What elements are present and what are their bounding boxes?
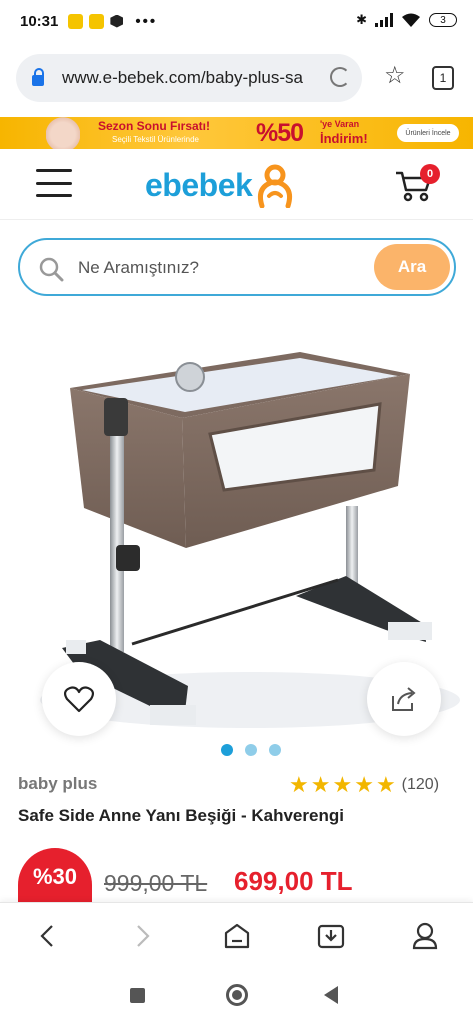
- hamburger-icon[interactable]: [36, 169, 72, 197]
- logo-text: ebebek: [145, 166, 253, 203]
- bluetooth-icon: ✱: [356, 12, 367, 27]
- browser-bottom-nav: [0, 902, 473, 968]
- search-bar: Ara: [18, 238, 456, 296]
- bookmark-star-icon[interactable]: ☆: [384, 64, 406, 88]
- banner-text-line2: İndirim!: [320, 131, 368, 146]
- site-logo[interactable]: ebebek: [145, 162, 294, 208]
- old-price: 999,00 TL: [104, 870, 208, 896]
- site-header: ebebek 0: [0, 150, 473, 220]
- download-icon: [317, 924, 345, 949]
- search-button[interactable]: Ara: [374, 244, 450, 290]
- share-icon: [392, 687, 416, 711]
- address-bar[interactable]: www.e-bebek.com/baby-plus-sa: [16, 54, 362, 102]
- chevron-left-icon: [40, 925, 53, 947]
- new-price: 699,00 TL: [234, 866, 353, 896]
- package-icon: [110, 14, 124, 28]
- notification-icon: [68, 13, 84, 29]
- product-title: Safe Side Anne Yanı Beşiği - Kahverengi: [18, 806, 344, 825]
- system-nav-bar: [0, 968, 473, 1024]
- banner-subtitle: Seçili Tekstil Ürünlerinde: [112, 135, 199, 144]
- search-input[interactable]: [78, 254, 368, 282]
- star-icon: ★: [332, 772, 353, 797]
- downloads-button[interactable]: [316, 921, 346, 951]
- banner-text-line1: 'ye Varan: [320, 119, 360, 129]
- home-icon: [224, 923, 250, 949]
- banner-title: Sezon Sonu Fırsatı!: [98, 119, 211, 133]
- search-icon: [39, 257, 64, 282]
- back-button[interactable]: [32, 921, 62, 951]
- browser-toolbar: www.e-bebek.com/baby-plus-sa ☆ 1: [0, 48, 473, 110]
- carousel-indicators: [221, 744, 281, 756]
- favorite-button[interactable]: [42, 662, 116, 736]
- product-brand[interactable]: baby plus: [18, 774, 97, 794]
- more-notifications-icon: •••: [135, 12, 158, 30]
- status-indicators: ✱ 3: [356, 12, 457, 28]
- review-count: (120): [401, 776, 440, 793]
- share-button[interactable]: [367, 662, 441, 736]
- star-icon: ★: [354, 772, 374, 797]
- home-button[interactable]: [222, 921, 252, 951]
- battery-icon: 3: [429, 13, 457, 27]
- reload-icon[interactable]: [330, 67, 350, 87]
- carousel-dot[interactable]: [269, 744, 281, 756]
- banner-percent: %50: [256, 119, 304, 147]
- lock-icon: [32, 67, 44, 86]
- product-rating[interactable]: ★ ★ ★ ★ ★ (120): [289, 772, 439, 798]
- star-icon: ★: [289, 772, 309, 797]
- back-triangle-icon[interactable]: [324, 986, 338, 1004]
- status-time: 10:31: [20, 12, 59, 30]
- carousel-dot[interactable]: [245, 744, 257, 756]
- star-icon: ★: [310, 772, 331, 797]
- forward-button[interactable]: [128, 921, 158, 951]
- home-circle-icon[interactable]: [226, 984, 248, 1006]
- status-bar: 10:31 ••• ✱ 3: [0, 0, 473, 42]
- recents-icon[interactable]: [130, 988, 145, 1003]
- banner-cta-button[interactable]: Ürünleri İncele: [397, 124, 459, 142]
- signal-icon: [375, 13, 393, 27]
- star-icon: ★: [375, 772, 396, 797]
- chevron-right-icon: [137, 925, 150, 947]
- cart-count-badge: 0: [420, 164, 440, 184]
- heart-icon: [64, 686, 94, 713]
- notification-icon: [89, 13, 105, 29]
- profile-icon: [412, 922, 438, 950]
- wifi-icon: [402, 13, 420, 27]
- logo-mark-icon: [258, 164, 293, 208]
- baby-photo: [46, 117, 80, 149]
- promo-banner[interactable]: Sezon Sonu Fırsatı! Seçili Tekstil Ürünl…: [0, 117, 473, 149]
- tabs-button[interactable]: 1: [432, 66, 454, 90]
- carousel-dot[interactable]: [221, 744, 233, 756]
- profile-button[interactable]: [410, 921, 440, 951]
- url-text[interactable]: www.e-bebek.com/baby-plus-sa: [62, 68, 308, 88]
